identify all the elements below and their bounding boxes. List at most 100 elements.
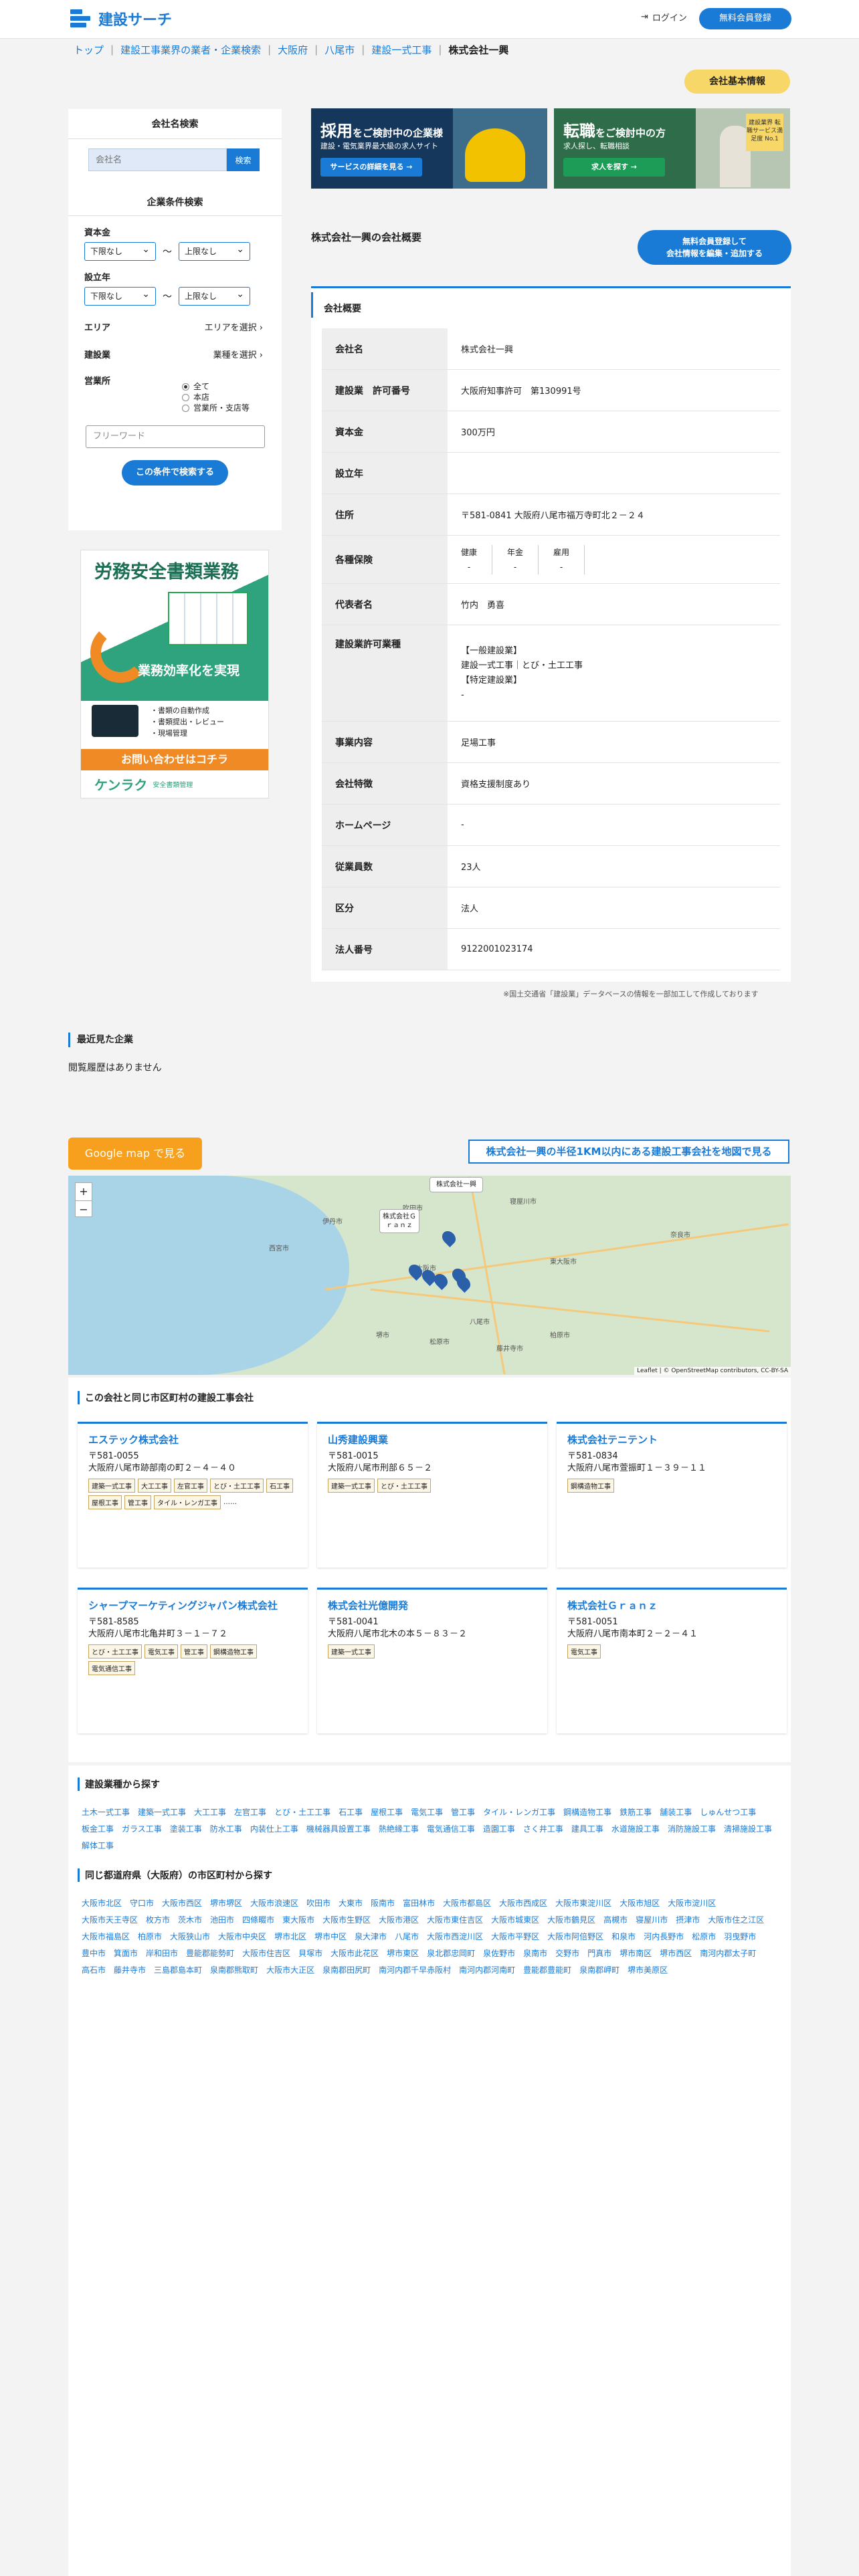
condition-search-button[interactable]: この条件で検索する	[122, 460, 228, 486]
industry-link[interactable]: 熱絶縁工事	[379, 1824, 419, 1834]
city-link[interactable]: 河内長野市	[644, 1932, 684, 1941]
city-link[interactable]: 泉南郡岬町	[579, 1965, 619, 1975]
city-link[interactable]: 大阪市天王寺区	[82, 1915, 138, 1925]
edit-company-button[interactable]: 無料会員登録して 会社情報を編集・追加する	[638, 230, 791, 265]
city-link[interactable]: 和泉市	[611, 1932, 636, 1941]
city-link[interactable]: 大阪市旭区	[619, 1899, 660, 1908]
city-link[interactable]: 大東市	[339, 1899, 363, 1908]
city-link[interactable]: 大阪市住之江区	[708, 1915, 764, 1925]
company-card[interactable]: シャープマーケティングジャパン株式会社 〒581-8585 大阪府八尾市北亀井町３…	[78, 1588, 308, 1733]
recruit-ad[interactable]: 採用をご検討中の企業様 建設・電気業界最大級の求人サイト サービスの詳細を見る …	[311, 108, 547, 189]
city-link[interactable]: 泉南市	[523, 1949, 547, 1958]
city-link[interactable]: 大阪市港区	[379, 1915, 419, 1925]
city-link[interactable]: 大阪狭山市	[170, 1932, 210, 1941]
city-link[interactable]: 南河内郡河南町	[459, 1965, 515, 1975]
name-search-button[interactable]: 検索	[227, 148, 260, 171]
city-link[interactable]: 豊能郡能勢町	[186, 1949, 234, 1958]
login-link[interactable]: ⇥ ログイン	[641, 11, 687, 23]
kenraku-banner[interactable]: 労務安全書類業務 業務効率化を実現 ・書類の自動作成 ・書類提出・レビュー ・現…	[80, 550, 269, 798]
city-link[interactable]: 池田市	[210, 1915, 234, 1925]
banner-cta[interactable]: お問い合わせはコチラ	[81, 749, 268, 770]
nearby-map-button[interactable]: 株式会社一興の半径1KM以内にある建設工事会社を地図で見る	[468, 1140, 789, 1164]
industry-link[interactable]: 建築一式工事	[138, 1808, 186, 1817]
founded-max-select[interactable]: 上限なし	[179, 286, 250, 306]
location-map[interactable]: 吹田市 寝屋川市 伊丹市 西宮市 大阪市 東大阪市 八尾市 堺市 松原市 藤井寺…	[68, 1176, 791, 1375]
city-link[interactable]: 泉北郡忠岡町	[427, 1949, 475, 1958]
city-link[interactable]: 大阪市浪速区	[250, 1899, 298, 1908]
card-company-name[interactable]: 株式会社光億開発	[328, 1599, 537, 1612]
city-link[interactable]: 堺市西区	[660, 1949, 692, 1958]
city-link[interactable]: 藤井寺市	[114, 1965, 146, 1975]
city-link[interactable]: 松原市	[692, 1932, 716, 1941]
company-name-input[interactable]	[88, 148, 227, 171]
breadcrumb-industry[interactable]: 建設一式工事	[371, 43, 432, 57]
map-attribution[interactable]: Leaflet | © OpenStreetMap contributors, …	[634, 1367, 791, 1375]
industry-link[interactable]: さく井工事	[523, 1824, 563, 1834]
city-link[interactable]: 大阪市西淀川区	[427, 1932, 483, 1941]
city-link[interactable]: 南河内郡太子町	[700, 1949, 756, 1958]
breadcrumb-prefecture[interactable]: 大阪府	[278, 43, 308, 57]
card-company-name[interactable]: 株式会社テニテント	[567, 1433, 776, 1446]
company-card[interactable]: 株式会社Ｇｒａｎｚ 〒581-0051 大阪府八尾市南本町２－２－４１ 電気工事	[557, 1588, 787, 1733]
company-card[interactable]: エステック株式会社 〒581-0055 大阪府八尾市跡部南の町２－４－４０ 建築一…	[78, 1422, 308, 1568]
city-link[interactable]: 堺市堺区	[210, 1899, 242, 1908]
industry-link[interactable]: 左官工事	[234, 1808, 266, 1817]
city-link[interactable]: 大阪市西区	[162, 1899, 202, 1908]
city-link[interactable]: 大阪市淀川区	[668, 1899, 716, 1908]
city-link[interactable]: 大阪市鶴見区	[547, 1915, 595, 1925]
city-link[interactable]: 大阪市東住吉区	[427, 1915, 483, 1925]
job-change-ad[interactable]: 建設業界 転職サービス満足度 No.1 転職をご検討中の方 求人探し、転職相談 …	[554, 108, 790, 189]
capital-min-select[interactable]: 下限なし	[84, 241, 156, 261]
industry-link[interactable]: 鉄筋工事	[619, 1808, 652, 1817]
industry-link[interactable]: 土木一式工事	[82, 1808, 130, 1817]
city-link[interactable]: 四條畷市	[242, 1915, 274, 1925]
industry-link[interactable]: 石工事	[339, 1808, 363, 1817]
city-link[interactable]: 八尾市	[395, 1932, 419, 1941]
breadcrumb-city[interactable]: 八尾市	[324, 43, 355, 57]
capital-max-select[interactable]: 上限なし	[179, 241, 250, 261]
city-link[interactable]: 阪南市	[371, 1899, 395, 1908]
city-link[interactable]: 箕面市	[114, 1949, 138, 1958]
industry-link[interactable]: しゅんせつ工事	[700, 1808, 756, 1817]
city-link[interactable]: 大阪市阿倍野区	[547, 1932, 603, 1941]
city-link[interactable]: 枚方市	[146, 1915, 170, 1925]
breadcrumb-top[interactable]: トップ	[74, 43, 104, 57]
city-link[interactable]: 東大阪市	[282, 1915, 314, 1925]
city-link[interactable]: 吹田市	[306, 1899, 330, 1908]
industry-link[interactable]: ガラス工事	[122, 1824, 162, 1834]
city-link[interactable]: 大阪市福島区	[82, 1932, 130, 1941]
city-link[interactable]: 堺市北区	[274, 1932, 306, 1941]
city-link[interactable]: 茨木市	[178, 1915, 202, 1925]
industry-link[interactable]: とび・土工工事	[274, 1808, 330, 1817]
city-link[interactable]: 羽曳野市	[724, 1932, 756, 1941]
founded-min-select[interactable]: 下限なし	[84, 286, 156, 306]
zoom-out-button[interactable]: −	[76, 1200, 92, 1218]
city-link[interactable]: 高槻市	[603, 1915, 628, 1925]
site-logo[interactable]: 建設サーチ	[70, 8, 172, 29]
city-link[interactable]: 大阪市中央区	[218, 1932, 266, 1941]
city-link[interactable]: 泉大津市	[355, 1932, 387, 1941]
city-link[interactable]: 大阪市此花区	[330, 1949, 379, 1958]
card-company-name[interactable]: シャープマーケティングジャパン株式会社	[88, 1599, 297, 1612]
city-link[interactable]: 大阪市大正区	[266, 1965, 314, 1975]
industry-link[interactable]: 板金工事	[82, 1824, 114, 1834]
city-link[interactable]: 大阪市平野区	[491, 1932, 539, 1941]
industry-link[interactable]: 内装仕上工事	[250, 1824, 298, 1834]
city-link[interactable]: 大阪市北区	[82, 1899, 122, 1908]
industry-link[interactable]: タイル・レンガ工事	[483, 1808, 555, 1817]
industry-link[interactable]: 水道施設工事	[611, 1824, 660, 1834]
industry-link[interactable]: 機械器具設置工事	[306, 1824, 371, 1834]
city-link[interactable]: 大阪市城東区	[491, 1915, 539, 1925]
ad-detail-button[interactable]: サービスの詳細を見る →	[320, 158, 422, 177]
city-link[interactable]: 堺市美原区	[628, 1965, 668, 1975]
industry-link[interactable]: 建具工事	[571, 1824, 603, 1834]
office-radio-all[interactable]: 全て	[182, 381, 282, 392]
city-link[interactable]: 貝塚市	[298, 1949, 322, 1958]
zoom-in-button[interactable]: +	[76, 1183, 92, 1200]
city-link[interactable]: 三島郡島本町	[154, 1965, 202, 1975]
card-company-name[interactable]: エステック株式会社	[88, 1433, 297, 1446]
area-select-link[interactable]: エリアを選択 ›	[205, 320, 263, 333]
city-link[interactable]: 大阪市西成区	[499, 1899, 547, 1908]
industry-link[interactable]: 舗装工事	[660, 1808, 692, 1817]
city-link[interactable]: 泉南郡田尻町	[322, 1965, 371, 1975]
